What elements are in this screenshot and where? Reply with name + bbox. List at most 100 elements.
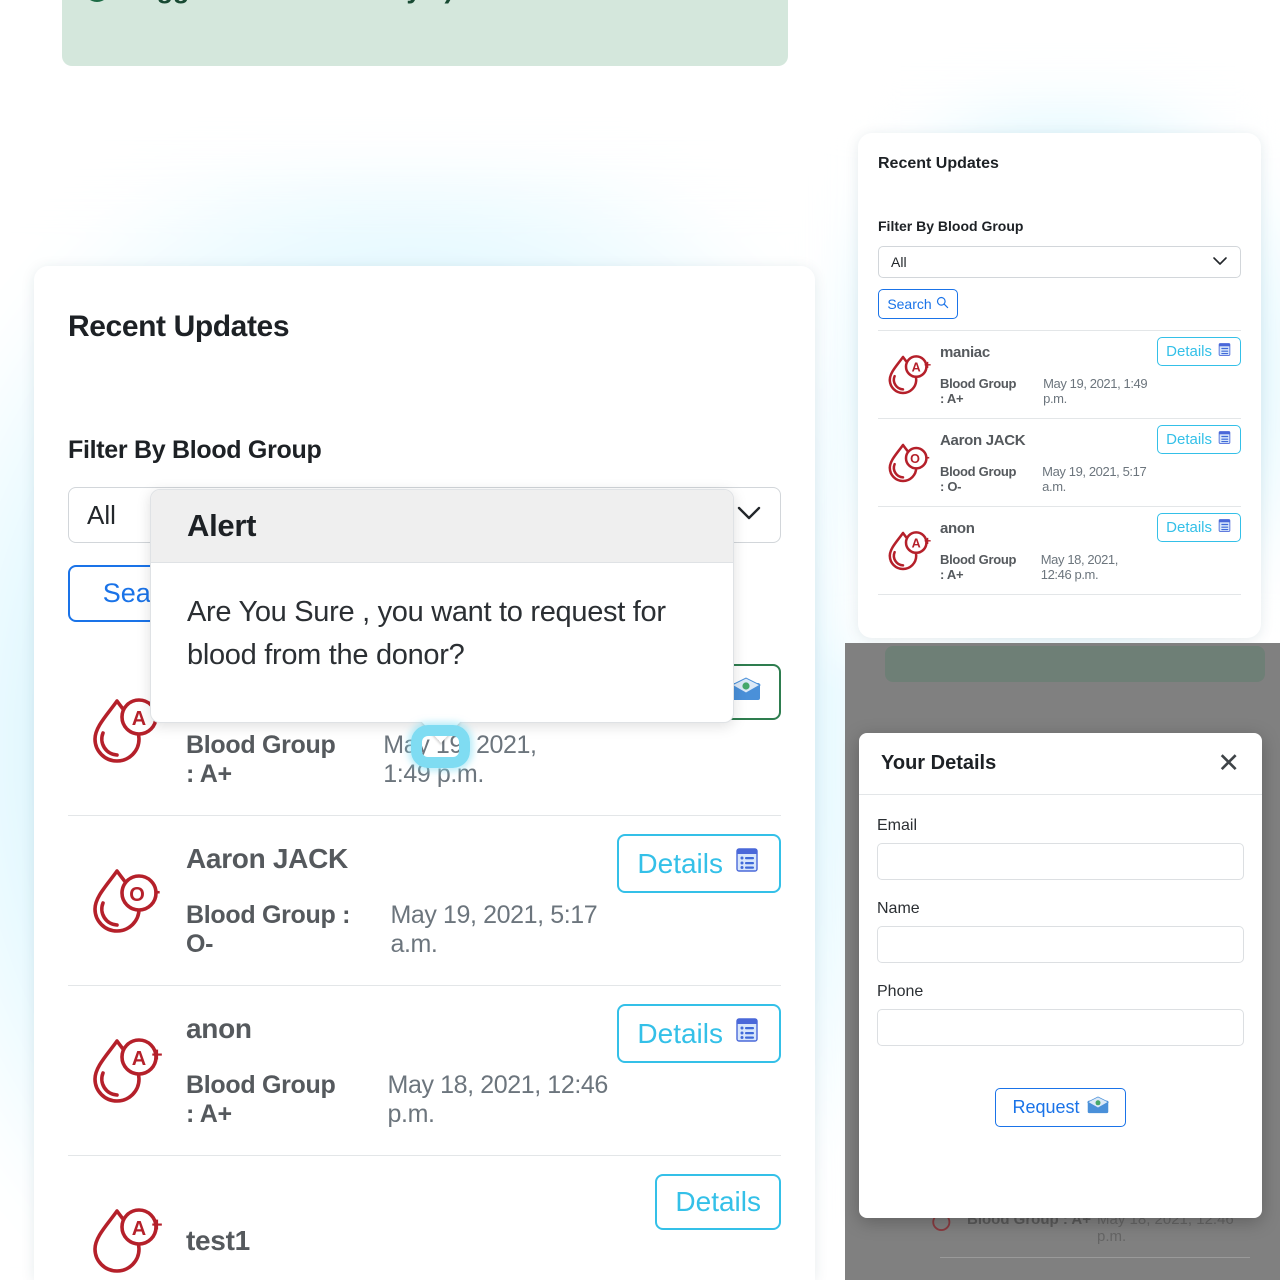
donor-blood-group: Blood Group : A+ (186, 730, 336, 788)
svg-text:-: - (925, 449, 929, 464)
details-button-label: Details (1166, 343, 1212, 360)
svg-text:A: A (912, 360, 921, 374)
table-row[interactable]: O - Aaron JACK Blood Group : O- May 19, … (878, 419, 1241, 507)
donor-date: May 19, 2021, 1:49 p.m. (1043, 375, 1148, 406)
details-button[interactable]: Details (1157, 513, 1241, 542)
svg-text:O: O (910, 452, 920, 466)
modal-body: Email Name Phone Request (859, 795, 1262, 1127)
login-success-message: Logged in Successfully : ) (124, 0, 454, 5)
svg-text:+: + (151, 1045, 162, 1066)
details-button[interactable]: Details (655, 1174, 781, 1230)
chevron-down-icon (1212, 253, 1228, 271)
highlight-ring (411, 725, 470, 768)
blood-drop-icon: A + (68, 1203, 186, 1279)
donor-name: Aaron JACK (940, 431, 1026, 449)
search-icon (936, 296, 949, 312)
blood-group-select-value: All (87, 499, 116, 530)
details-button[interactable]: Details (1157, 425, 1241, 454)
donor-name: test1 (186, 1225, 250, 1256)
donor-date: May 18, 2021, 12:46 p.m. (1040, 551, 1119, 582)
row-info: maniac Blood Group : A+ May 19, 2021, 1:… (940, 344, 1157, 406)
clipboard-list-icon (1217, 430, 1232, 449)
check-circle-icon: ✓ (84, 0, 110, 2)
row-info: Aaron JACK Blood Group : O- May 19, 2021… (186, 843, 617, 959)
table-row[interactable]: A + test1 Details (68, 1156, 781, 1280)
modal-request-label: Request (1012, 1097, 1080, 1117)
envelope-icon (730, 676, 762, 708)
page-title: Recent Updates (878, 155, 999, 172)
page-title: Recent Updates (68, 310, 290, 343)
envelope-icon (1086, 1096, 1109, 1119)
search-button[interactable]: Search (878, 289, 958, 319)
email-field[interactable] (877, 843, 1244, 880)
name-label: Name (877, 900, 920, 917)
alert-title: Alert (187, 508, 257, 543)
clipboard-list-icon (733, 846, 761, 881)
blood-drop-icon: A + (878, 352, 940, 398)
clipboard-list-icon (1217, 342, 1232, 361)
donor-list: A + maniac Blood Group : A+ May 19, 2021… (878, 330, 1241, 595)
svg-text:+: + (151, 1215, 162, 1236)
svg-text:+: + (924, 358, 931, 372)
donor-name: anon (940, 519, 975, 537)
donor-date: May 19, 2021, 5:17 a.m. (390, 900, 598, 958)
donor-blood-group: Blood Group : A+ (186, 1070, 336, 1128)
modal-header: Your Details ✕ (859, 733, 1262, 795)
donor-blood-group: Blood Group : A+ (940, 375, 1017, 406)
details-button-label: Details (1166, 431, 1212, 448)
alert-header: Alert (151, 490, 733, 563)
table-row[interactable]: A + anon Blood Group : A+ May 18, 2021, … (878, 507, 1241, 595)
donor-date: May 18, 2021, 12:46 p.m. (387, 1070, 609, 1128)
table-row[interactable]: A + anon Blood Group : A+ May 18, 2021, … (68, 986, 781, 1156)
row-info: anon Blood Group : A+ May 18, 2021, 12:4… (186, 1013, 617, 1129)
details-button[interactable]: Details (1157, 337, 1241, 366)
details-button[interactable]: Details (617, 1004, 781, 1063)
divider (940, 1257, 1250, 1258)
table-row[interactable]: A + maniac Blood Group : A+ May 19, 2021… (878, 331, 1241, 419)
row-info: Aaron JACK Blood Group : O- May 19, 2021… (940, 432, 1157, 494)
close-icon[interactable]: ✕ (734, 0, 762, 5)
donor-name: Aaron JACK (186, 842, 348, 874)
alert-message: Are You Sure , you want to request for b… (187, 596, 666, 671)
clipboard-list-icon (1217, 518, 1232, 537)
svg-text:O: O (129, 884, 145, 906)
modal-request-button[interactable]: Request (995, 1088, 1126, 1127)
donor-blood-group: Blood Group : O- (940, 463, 1017, 494)
name-field[interactable] (877, 926, 1244, 963)
blood-drop-icon: A + (68, 1033, 186, 1109)
details-button-label: Details (637, 847, 723, 879)
details-button-label: Details (675, 1186, 761, 1217)
table-row[interactable]: O - Aaron JACK Blood Group : O- May 19, … (68, 816, 781, 986)
filter-label: Filter By Blood Group (68, 436, 322, 464)
login-success-banner: ✓ Logged in Successfully : ) ✕ (62, 0, 788, 66)
alert-popover: Alert Are You Sure , you want to request… (150, 489, 734, 723)
screenshot-stage: ✓ Logged in Successfully : ) ✕ Recent Up… (0, 0, 1280, 1280)
your-details-modal: Your Details ✕ Email Name Phone Request (859, 733, 1262, 1218)
close-icon[interactable]: ✕ (1217, 750, 1240, 777)
svg-text:-: - (154, 880, 161, 903)
details-button-label: Details (1166, 519, 1212, 536)
recent-updates-panel-compact: Recent Updates Filter By Blood Group All… (858, 133, 1261, 638)
email-label: Email (877, 817, 918, 834)
chevron-down-icon (736, 505, 762, 526)
donor-name: maniac (940, 343, 990, 361)
row-info: anon Blood Group : A+ May 18, 2021, 12:4… (940, 520, 1157, 582)
clipboard-list-icon (733, 1016, 761, 1051)
blood-group-select[interactable]: All (878, 246, 1241, 278)
phone-label: Phone (877, 983, 924, 1000)
details-button-label: Details (637, 1017, 723, 1049)
svg-text:A: A (132, 1048, 146, 1070)
blood-group-select-value: All (891, 254, 907, 270)
phone-field[interactable] (877, 1009, 1244, 1046)
modal-title: Your Details (881, 752, 997, 774)
svg-text:A: A (912, 536, 921, 550)
donor-blood-group: Blood Group : A+ (940, 551, 1017, 582)
svg-text:A: A (132, 708, 146, 730)
svg-text:A: A (132, 1218, 146, 1240)
details-button[interactable]: Details (617, 834, 781, 893)
svg-text:+: + (924, 534, 931, 548)
row-info: test1 (186, 1225, 655, 1257)
filter-label: Filter By Blood Group (878, 218, 1024, 234)
blood-drop-icon: O - (878, 440, 940, 486)
recent-updates-panel: Recent Updates Filter By Blood Group All… (34, 266, 815, 1280)
